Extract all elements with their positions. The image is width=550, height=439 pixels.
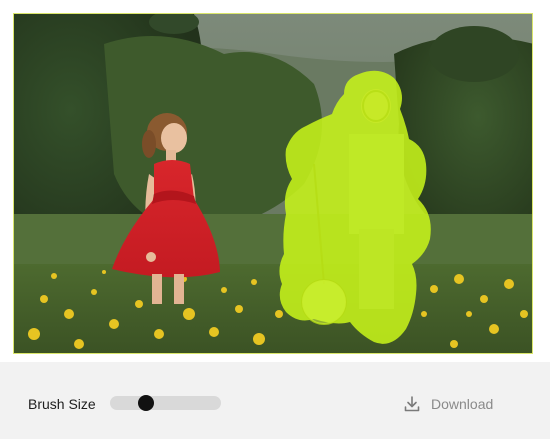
- download-button[interactable]: Download: [403, 392, 493, 416]
- canvas-area: [0, 0, 550, 362]
- brush-size-slider-thumb[interactable]: [137, 395, 154, 411]
- brush-size-label: Brush Size: [28, 396, 96, 412]
- photo-image: [14, 14, 532, 353]
- download-icon: [403, 395, 421, 413]
- brush-size-slider[interactable]: [110, 395, 221, 411]
- toolbar: Brush Size Download: [0, 362, 550, 439]
- brush-mask-editor: Brush Size Download: [0, 0, 550, 439]
- photo-canvas[interactable]: [13, 13, 533, 354]
- download-label: Download: [431, 396, 494, 412]
